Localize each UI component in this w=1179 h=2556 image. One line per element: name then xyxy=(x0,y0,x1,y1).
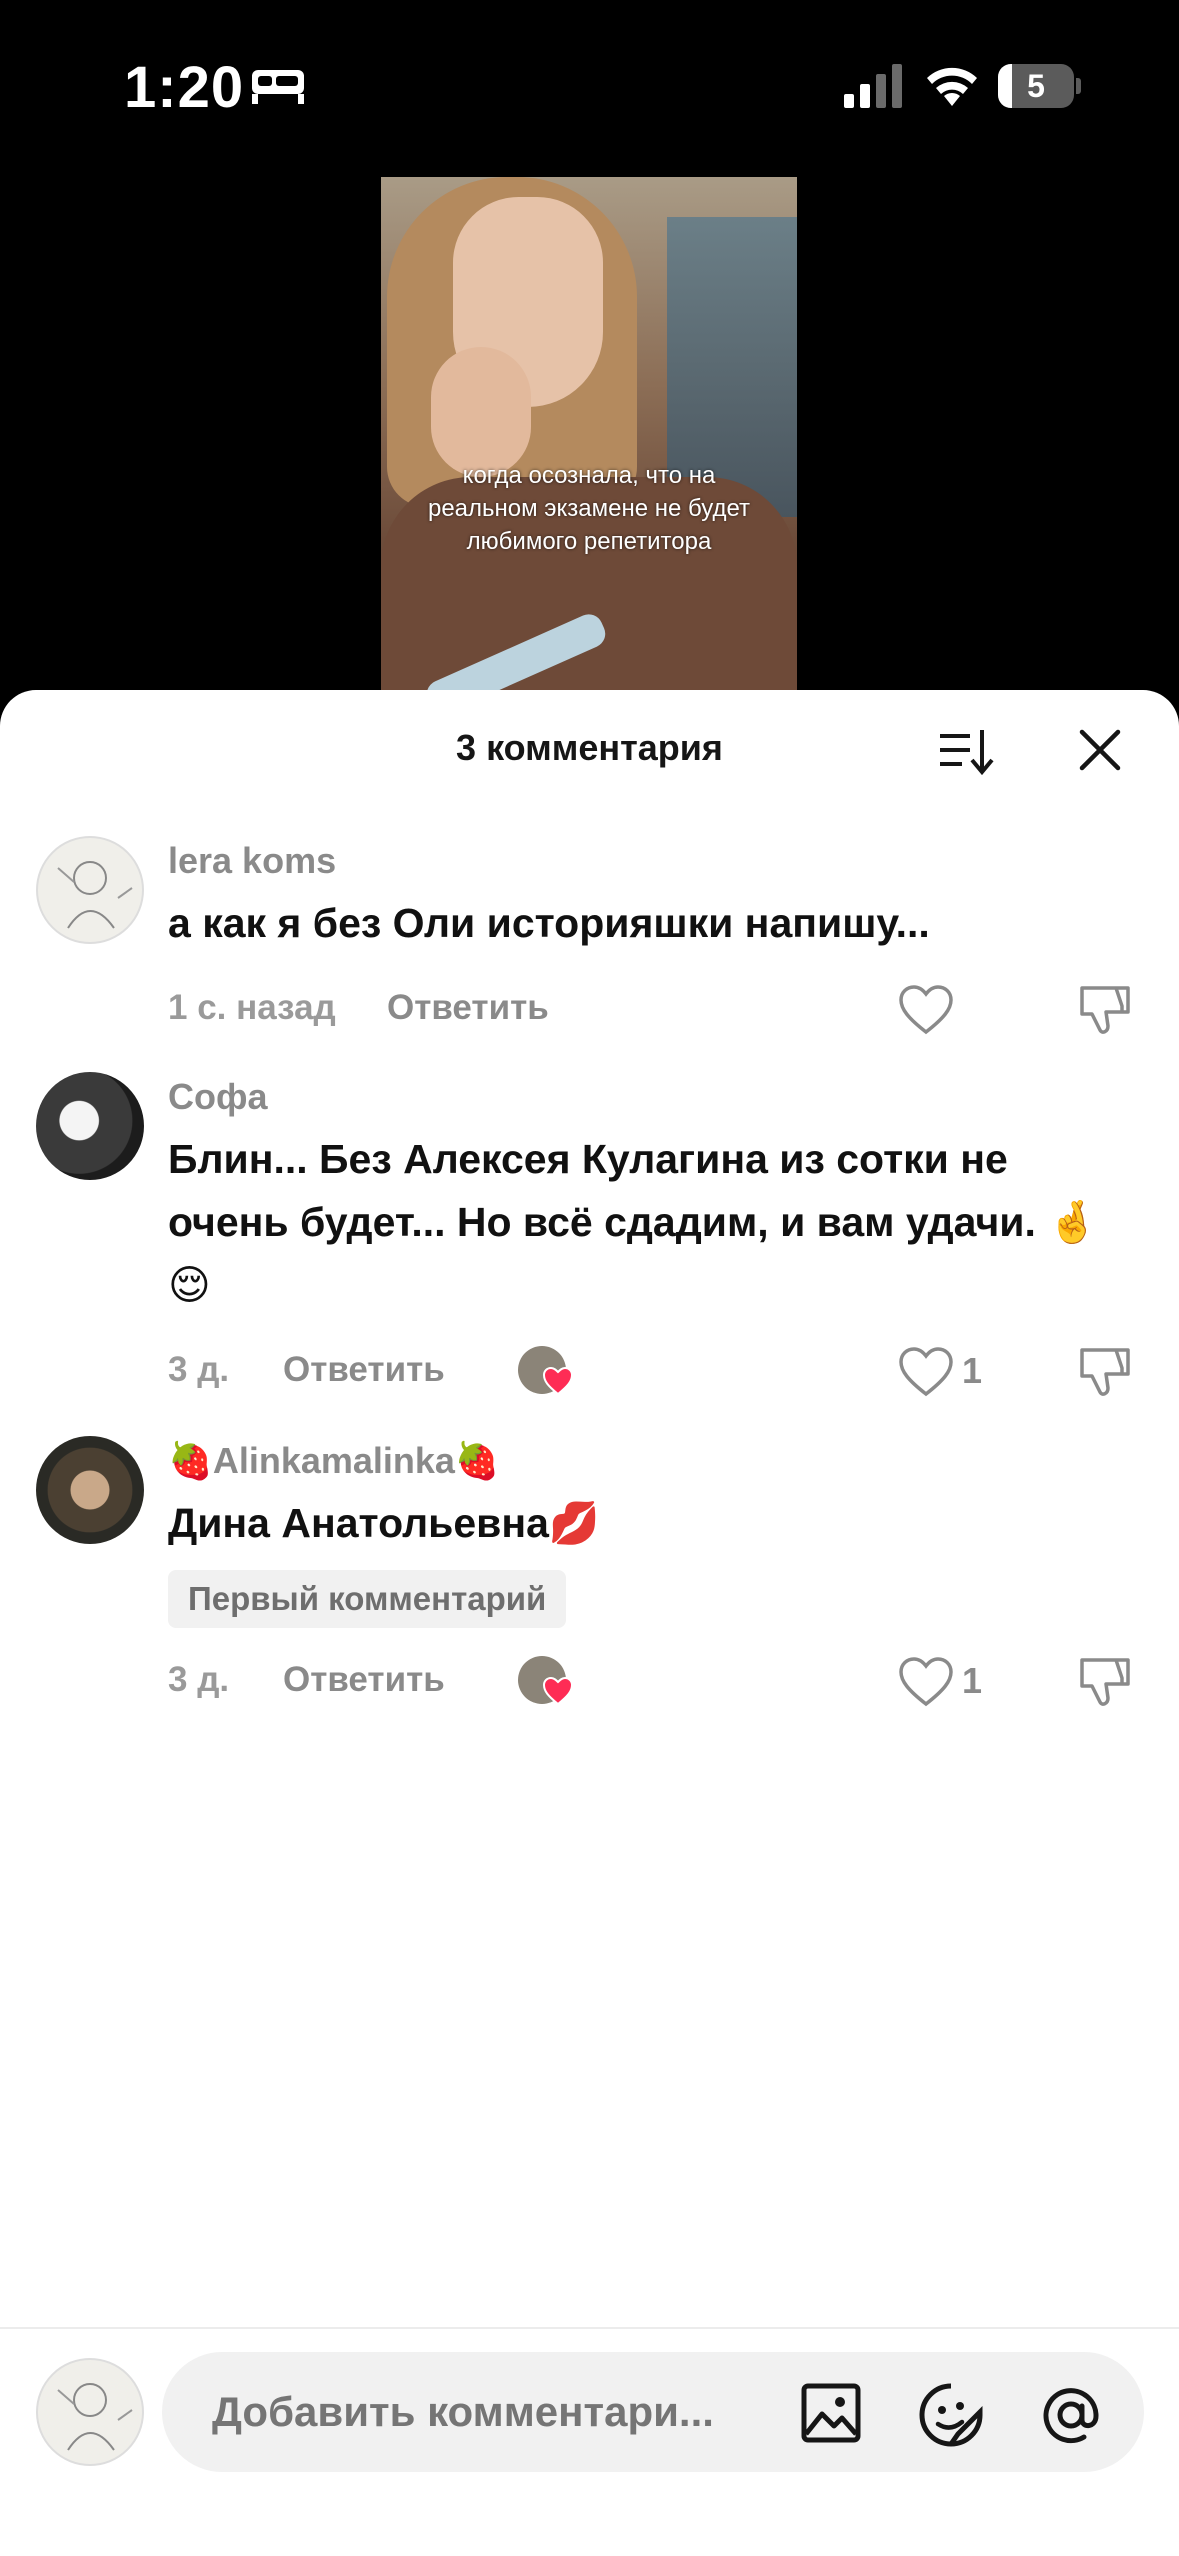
comment-username[interactable]: lera koms xyxy=(168,840,336,882)
video-caption: когда осознала, что на реальном экзамене… xyxy=(427,462,751,555)
comments-sheet: 3 комментария lera koms а как я без Оли … xyxy=(0,690,1179,2556)
reply-button[interactable]: Ответить xyxy=(283,1660,445,1700)
mention-icon[interactable] xyxy=(1038,2382,1104,2448)
comment-timestamp: 1 с. назад xyxy=(168,988,336,1027)
battery-level: 5 xyxy=(1027,68,1045,104)
comment-timestamp: 3 д. xyxy=(168,1350,230,1389)
comments-count-title: 3 комментария xyxy=(456,727,723,768)
heart-icon xyxy=(542,1366,574,1396)
avatar[interactable] xyxy=(36,1436,144,1544)
comment-username[interactable]: Софа xyxy=(168,1076,268,1118)
reply-button[interactable]: Ответить xyxy=(387,988,549,1028)
dislike-icon[interactable] xyxy=(1076,1344,1134,1400)
heart-icon[interactable] xyxy=(898,1656,954,1708)
heart-icon[interactable] xyxy=(898,984,954,1036)
battery-icon: 5 xyxy=(998,64,1081,108)
emoji-sticker-icon[interactable] xyxy=(918,2382,984,2448)
image-icon[interactable] xyxy=(800,2382,862,2444)
comment-username[interactable]: 🍓Alinkamalinka🍓 xyxy=(168,1440,500,1482)
avatar[interactable] xyxy=(36,836,144,944)
sort-icon[interactable] xyxy=(938,726,994,776)
divider xyxy=(0,2327,1179,2329)
wifi-icon xyxy=(927,67,977,106)
dislike-icon[interactable] xyxy=(1076,1654,1134,1710)
status-bar: 1:20 5 xyxy=(0,0,1179,170)
video-player[interactable]: когда осознала, что на реальном экзамене… xyxy=(381,177,797,695)
comment-text: Блин... Без Алексея Кулагина из сотки не… xyxy=(168,1136,1099,1308)
comment-text: Дина Анатольевна💋 xyxy=(168,1500,600,1546)
comment-text: а как я без Оли историяшки напишу... xyxy=(168,900,930,946)
sleep-icon xyxy=(252,70,304,104)
like-count: 1 xyxy=(962,1660,983,1701)
status-time: 1:20 xyxy=(124,55,245,120)
like-count: 1 xyxy=(962,1350,983,1391)
reply-button[interactable]: Ответить xyxy=(283,1350,445,1390)
comment-input[interactable] xyxy=(212,2352,752,2472)
my-avatar xyxy=(36,2358,144,2466)
comment-timestamp: 3 д. xyxy=(168,1660,230,1699)
close-icon[interactable] xyxy=(1078,728,1122,772)
dislike-icon[interactable] xyxy=(1076,982,1134,1038)
avatar[interactable] xyxy=(36,1072,144,1180)
cellular-signal-icon xyxy=(844,64,902,108)
first-comment-badge: Первый комментарий xyxy=(168,1570,567,1628)
heart-icon xyxy=(542,1676,574,1706)
comment-composer[interactable] xyxy=(162,2352,1144,2472)
heart-icon[interactable] xyxy=(898,1346,954,1398)
